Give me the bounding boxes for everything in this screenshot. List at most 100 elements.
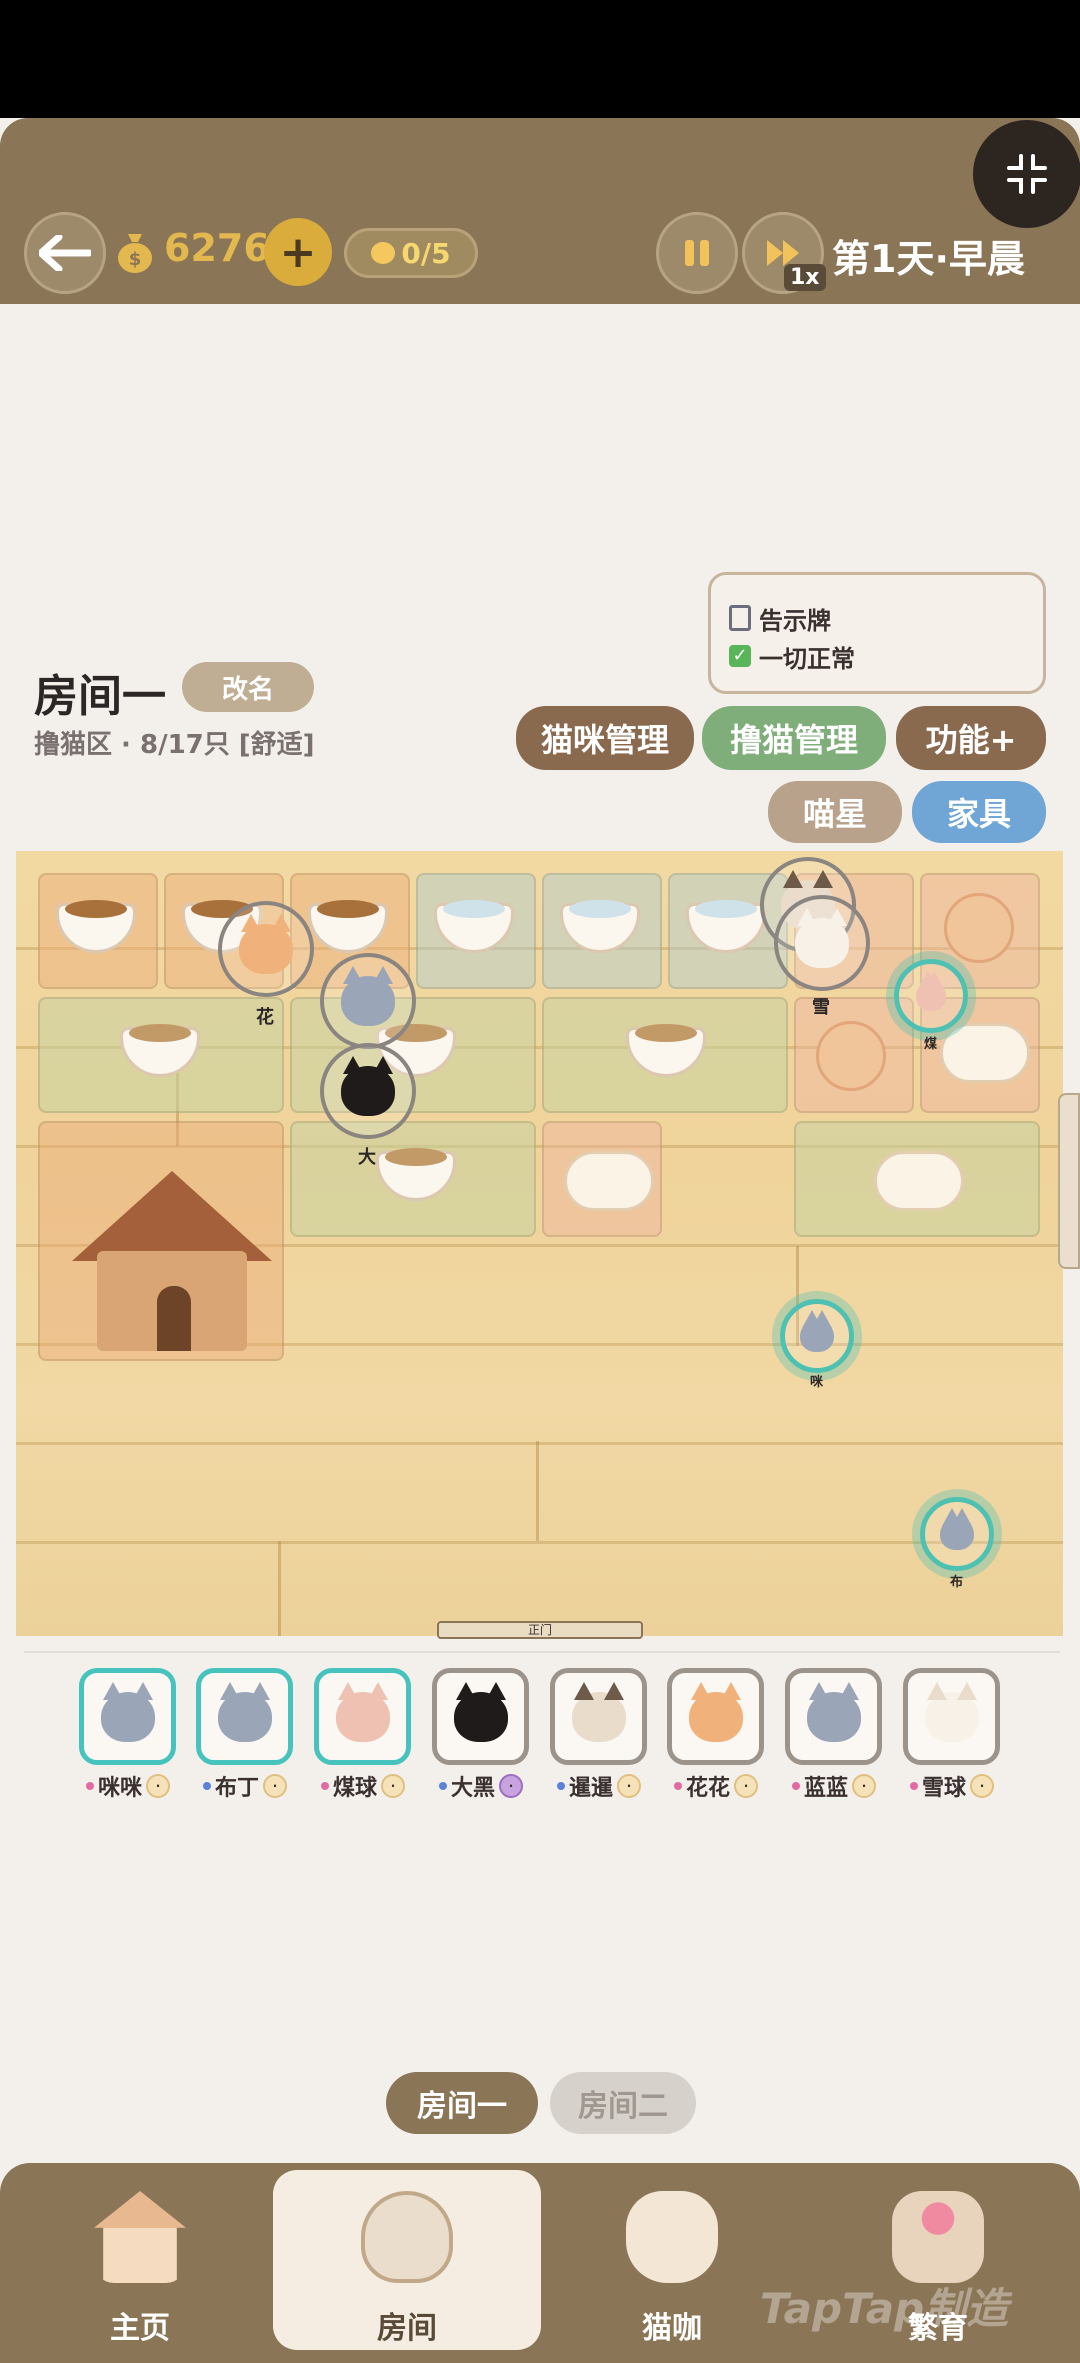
- side-drawer-handle[interactable]: [1058, 1093, 1080, 1269]
- cat-name-row: 咪咪 ·: [68, 1770, 188, 1802]
- cat-name-row: 花花 ·: [656, 1770, 776, 1802]
- cat-token-mei[interactable]: [894, 959, 968, 1033]
- divider: [24, 1651, 1060, 1653]
- money-bag-icon: $: [116, 230, 154, 278]
- gender-dot: [320, 1782, 329, 1790]
- cat-name: 大黑: [450, 1776, 495, 1801]
- checkmark-icon: ✓: [729, 645, 751, 667]
- gender-dot: [438, 1782, 447, 1790]
- cat-token-label: 花: [256, 1007, 274, 1028]
- mood-icon: ·: [617, 1774, 641, 1798]
- gender-dot: [556, 1782, 565, 1790]
- cat-token-da[interactable]: [320, 1043, 416, 1139]
- cat-head-icon: [371, 242, 396, 264]
- room-tab-2[interactable]: 房间二: [550, 2072, 696, 2134]
- mood-icon: ·: [499, 1774, 523, 1798]
- room-subtitle: 撸猫区 · 8/17只 [舒适]: [34, 730, 315, 760]
- cat-bed[interactable]: [874, 1151, 964, 1211]
- room-name: 房间一: [34, 671, 166, 722]
- cat-token-hua[interactable]: [218, 901, 314, 997]
- svg-text:$: $: [129, 249, 142, 270]
- rename-button[interactable]: 改名: [182, 662, 314, 712]
- mouse-toy[interactable]: [944, 893, 1014, 963]
- cat-name: 煤球: [332, 1776, 377, 1801]
- nav-home[interactable]: 主页: [40, 2163, 240, 2363]
- nav-label: 猫咖: [642, 2311, 702, 2346]
- add-coins-button[interactable]: +: [264, 218, 332, 286]
- cat-card[interactable]: [196, 1668, 293, 1765]
- cat-bed[interactable]: [940, 1023, 1030, 1083]
- pause-button[interactable]: [656, 212, 738, 294]
- cat-card[interactable]: [785, 1668, 882, 1765]
- mood-icon: ·: [970, 1774, 994, 1798]
- back-button[interactable]: [24, 212, 106, 294]
- nav-label: 主页: [110, 2311, 170, 2346]
- bowl-icon: [361, 2191, 453, 2283]
- notice-board-status: 一切正常: [759, 644, 855, 673]
- notice-board[interactable]: 告示牌 ✓ 一切正常: [708, 572, 1046, 694]
- cat-name: 蓝蓝: [803, 1776, 848, 1801]
- cat-name: 花花: [685, 1776, 730, 1801]
- cat-token-label: 雪: [812, 997, 830, 1018]
- cat-name-row: 蓝蓝 ·: [774, 1770, 894, 1802]
- mood-icon: ·: [263, 1774, 287, 1798]
- main-door[interactable]: 正门: [437, 1621, 643, 1639]
- cat-card[interactable]: [903, 1668, 1000, 1765]
- room-tab-1[interactable]: 房间一: [386, 2072, 538, 2134]
- nav-room[interactable]: 房间: [307, 2163, 507, 2363]
- cat-name-row: 布丁 ·: [185, 1770, 305, 1802]
- gender-dot: [673, 1782, 682, 1790]
- day-time-label: 第1天·早晨: [832, 237, 1025, 281]
- clipboard-icon: [729, 605, 751, 631]
- room-board[interactable]: 花 雪 煤 大 咪 布: [16, 851, 1063, 1636]
- coin-count: 6276: [164, 226, 270, 270]
- gender-dot: [791, 1782, 800, 1790]
- collapse-icon: [1007, 154, 1047, 194]
- status-bar-area: [0, 0, 1080, 118]
- cat-card[interactable]: [79, 1668, 176, 1765]
- cat-cup-icon: [626, 2191, 718, 2283]
- nav-label: 房间: [377, 2311, 437, 2346]
- collapse-button[interactable]: [973, 120, 1080, 228]
- nav-cafe[interactable]: 猫咖: [572, 2163, 772, 2363]
- mood-icon: ·: [852, 1774, 876, 1798]
- cat-name: 暹暹: [568, 1776, 613, 1801]
- functions-button[interactable]: 功能+: [896, 706, 1046, 770]
- pet-manage-button[interactable]: 撸猫管理: [702, 706, 886, 770]
- cat-name: 布丁: [214, 1776, 259, 1801]
- cat-card[interactable]: [314, 1668, 411, 1765]
- mood-icon: ·: [734, 1774, 758, 1798]
- watermark: TapTap制造: [760, 2284, 1009, 2333]
- gender-dot: [85, 1782, 94, 1790]
- cats-heart-icon: [892, 2191, 984, 2283]
- cat-card[interactable]: [667, 1668, 764, 1765]
- cat-capacity-badge: 0/5: [344, 228, 478, 278]
- cat-token-xue[interactable]: [774, 895, 870, 991]
- gender-dot: [909, 1782, 918, 1790]
- cat-manage-button[interactable]: 猫咪管理: [516, 706, 694, 770]
- cat-name-row: 暹暹 ·: [539, 1770, 659, 1802]
- furniture-button[interactable]: 家具: [912, 781, 1046, 843]
- cat-token-label: 煤: [924, 1037, 938, 1052]
- cat-token-bu[interactable]: [920, 1497, 994, 1571]
- cat-token-label: 咪: [810, 1375, 824, 1390]
- cat-name-row: 煤球 ·: [303, 1770, 423, 1802]
- cat-name-row: 大黑 ·: [421, 1770, 541, 1802]
- cat-capacity-text: 0/5: [401, 236, 451, 270]
- meow-star-button[interactable]: 喵星: [768, 781, 902, 843]
- cat-house[interactable]: [72, 1171, 272, 1351]
- notice-board-title: 告示牌: [759, 606, 831, 635]
- cat-token-label: 大: [358, 1147, 376, 1168]
- cat-card[interactable]: [432, 1668, 529, 1765]
- house-icon: [94, 2191, 186, 2283]
- gender-dot: [202, 1782, 211, 1790]
- cat-card[interactable]: [550, 1668, 647, 1765]
- cat-token-mi[interactable]: [780, 1299, 854, 1373]
- plus-icon: +: [279, 226, 317, 278]
- cat-token-blue[interactable]: [320, 953, 416, 1049]
- pause-icon: [685, 240, 709, 266]
- speed-badge: 1x: [784, 264, 826, 291]
- mouse-toy[interactable]: [816, 1021, 886, 1091]
- cat-bed[interactable]: [564, 1151, 654, 1211]
- cat-token-label: 布: [950, 1575, 964, 1590]
